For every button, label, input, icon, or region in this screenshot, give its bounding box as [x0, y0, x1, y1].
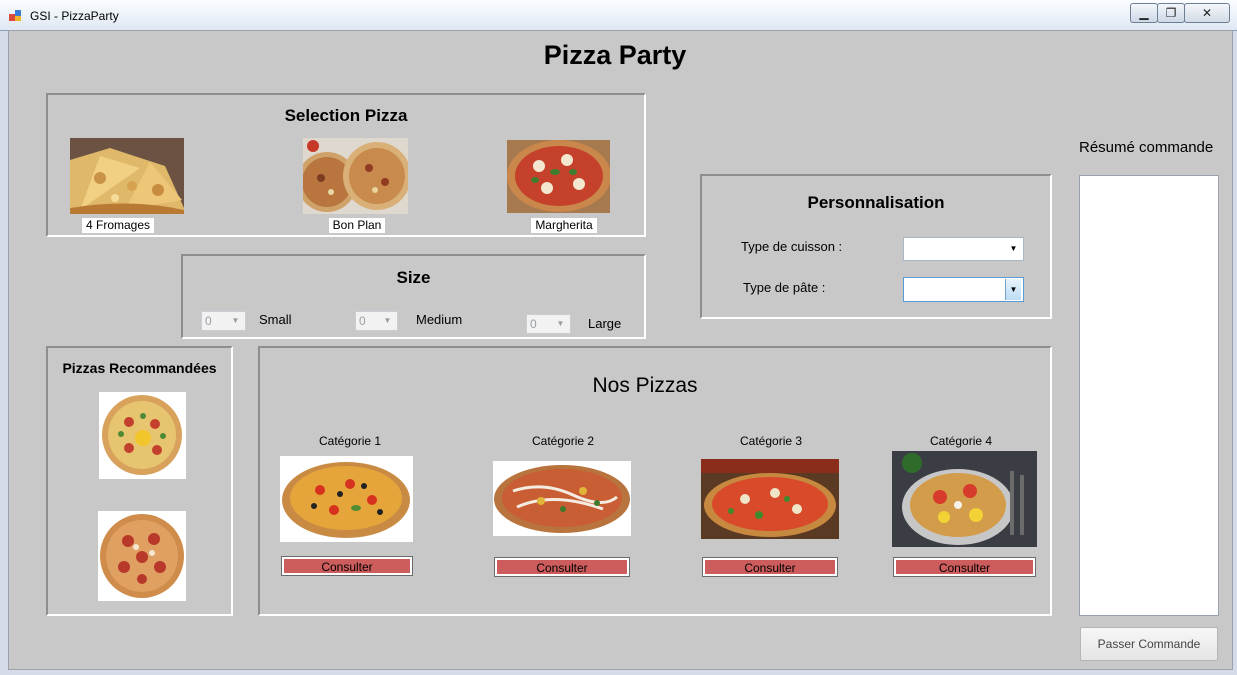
- cheese-pizza-image[interactable]: [70, 138, 184, 214]
- minimize-button[interactable]: ▁: [1130, 3, 1158, 23]
- chevron-down-icon: ▼: [383, 316, 392, 325]
- chevron-down-icon: ▼: [1009, 244, 1018, 253]
- place-order-button[interactable]: Passer Commande: [1080, 627, 1218, 661]
- chevron-down-icon: ▼: [556, 319, 565, 328]
- category-3-consult-button[interactable]: Consulter: [702, 557, 838, 577]
- size-group: Size: [181, 254, 646, 339]
- size-large-label: Large: [588, 316, 622, 331]
- medium-quantity-value: 0: [359, 314, 366, 328]
- large-quantity-select[interactable]: 0 ▼: [526, 314, 571, 334]
- recommended-pizza-image-2[interactable]: [98, 511, 186, 601]
- category-1-label: Catégorie 1: [319, 434, 382, 448]
- pate-select[interactable]: ▼: [903, 277, 1024, 302]
- cuisson-label: Type de cuisson :: [741, 239, 843, 254]
- small-quantity-select[interactable]: 0 ▼: [201, 311, 246, 331]
- category-1-consult-button[interactable]: Consulter: [281, 556, 413, 576]
- window-controls: ▁ ❐ ✕: [1130, 3, 1230, 23]
- pizza-caption-bon-plan: Bon Plan: [329, 218, 385, 233]
- personnalisation-title: Personnalisation: [807, 193, 945, 212]
- category-4-pizza-image[interactable]: [892, 451, 1037, 547]
- category-3-pizza-image[interactable]: [701, 459, 839, 539]
- page-title: Pizza Party: [543, 40, 687, 70]
- window-title: GSI - PizzaParty: [30, 9, 119, 23]
- category-4-label: Catégorie 4: [930, 434, 993, 448]
- category-3-label: Catégorie 3: [740, 434, 803, 448]
- size-medium-label: Medium: [416, 312, 463, 327]
- category-2-consult-button[interactable]: Consulter: [494, 557, 630, 577]
- summary-title: Résumé commande: [1079, 139, 1214, 156]
- close-button[interactable]: ✕: [1184, 3, 1230, 23]
- chevron-down-icon: ▼: [1005, 279, 1021, 300]
- pizza-caption-4-fromages: 4 Fromages: [82, 218, 154, 233]
- size-title: Size: [396, 268, 431, 287]
- recommended-title: Pizzas Recommandées: [62, 360, 217, 376]
- large-quantity-value: 0: [530, 317, 537, 331]
- pizza-caption-margherita: Margherita: [531, 218, 597, 233]
- category-4-consult-button[interactable]: Consulter: [893, 557, 1036, 577]
- category-2-pizza-image[interactable]: [493, 461, 631, 536]
- maximize-button[interactable]: ❐: [1157, 3, 1185, 23]
- medium-quantity-select[interactable]: 0 ▼: [355, 311, 398, 331]
- recommended-pizza-image-1[interactable]: [99, 392, 186, 479]
- size-small-label: Small: [259, 312, 292, 327]
- chevron-down-icon: ▼: [231, 316, 240, 325]
- category-2-label: Catégorie 2: [532, 434, 595, 448]
- window-title-bar[interactable]: GSI - PizzaParty ▁ ❐ ✕: [0, 0, 1237, 31]
- bon-plan-pizza-image[interactable]: [303, 138, 408, 214]
- small-quantity-value: 0: [205, 314, 212, 328]
- app-icon: [9, 10, 21, 21]
- margherita-pizza-image[interactable]: [507, 140, 610, 213]
- order-summary-listbox[interactable]: [1079, 175, 1219, 616]
- pate-label: Type de pâte :: [743, 280, 826, 295]
- category-1-pizza-image[interactable]: [280, 456, 413, 542]
- selection-pizza-title: Selection Pizza: [284, 106, 408, 125]
- cuisson-select[interactable]: ▼: [903, 237, 1024, 261]
- nos-pizzas-title: Nos Pizzas: [592, 374, 698, 397]
